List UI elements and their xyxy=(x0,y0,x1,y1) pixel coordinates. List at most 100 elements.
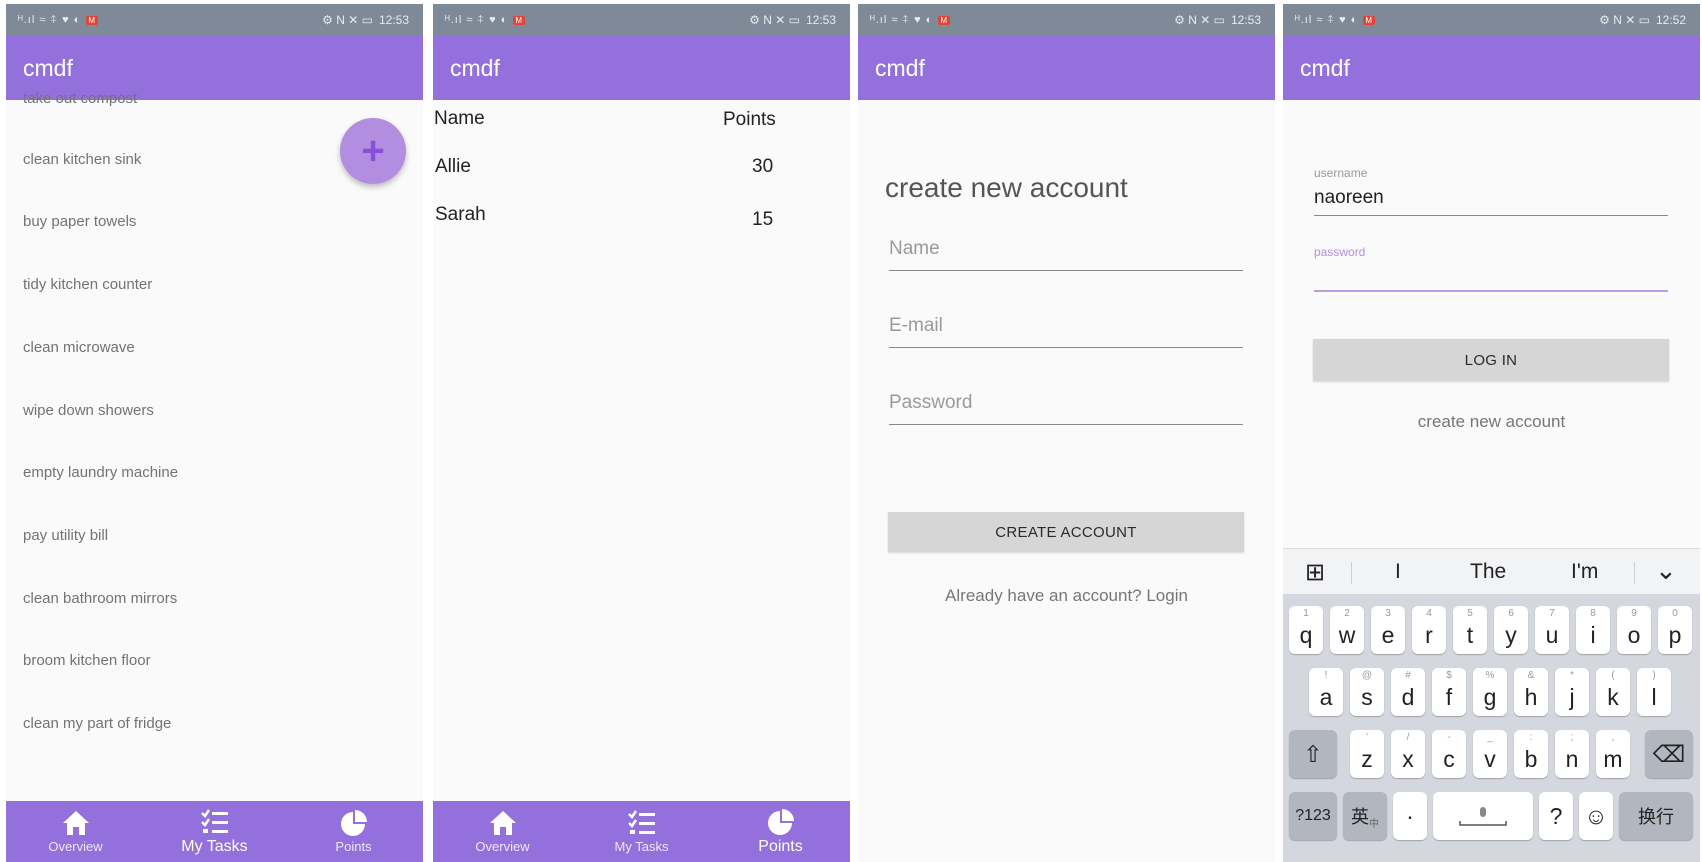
status-time: 12:52 xyxy=(1655,13,1686,27)
key-hint: 3 xyxy=(1385,608,1391,619)
key-char: z xyxy=(1361,745,1373,772)
bottom-nav: Overview My Tasks Points xyxy=(433,801,850,862)
key[interactable]: 1q xyxy=(1289,606,1323,654)
key-char: g xyxy=(1483,683,1497,710)
task-item[interactable]: broom kitchen floor xyxy=(23,652,151,669)
key-hint: 4 xyxy=(1426,608,1432,619)
numbers-key[interactable]: ?123 xyxy=(1289,792,1337,840)
key[interactable]: 2w xyxy=(1330,606,1364,654)
key-hint: - xyxy=(1447,732,1451,743)
key[interactable]: 6y xyxy=(1494,606,1528,654)
key[interactable]: # d xyxy=(1391,668,1425,716)
task-item[interactable]: tidy kitchen counter xyxy=(23,276,152,293)
nav-points-label: Points xyxy=(335,839,372,854)
key-char: x xyxy=(1402,745,1414,772)
question-key[interactable]: ? xyxy=(1539,792,1573,840)
key[interactable]: ,m xyxy=(1596,730,1630,778)
app-title: cmdf xyxy=(875,54,925,81)
task-item[interactable]: empty laundry machine xyxy=(23,464,178,481)
key[interactable]: (k xyxy=(1596,668,1630,716)
password-field[interactable] xyxy=(1314,258,1668,292)
key[interactable]: / x xyxy=(1391,730,1425,778)
space-key[interactable] xyxy=(1433,792,1533,840)
key[interactable]: 0p xyxy=(1658,606,1692,654)
signal-icons: ᴴ.ıl ≈ ⍏ ♥ ◐ xyxy=(445,13,509,26)
emoji-key[interactable]: ☺ xyxy=(1579,792,1613,840)
email-field[interactable] xyxy=(889,307,1243,348)
key[interactable]: _ v xyxy=(1473,730,1507,778)
language-key[interactable]: 英中 xyxy=(1343,792,1387,840)
task-item[interactable]: pay utility bill xyxy=(23,527,108,544)
username-field[interactable] xyxy=(1314,183,1668,216)
shift-key[interactable]: ⇧ xyxy=(1289,730,1337,778)
status-bar: ᴴ.ıl ≈ ⍏ ♥ ◐ M ⚙ N ✕ ▭ 12:53 xyxy=(6,4,423,36)
key-char: k xyxy=(1607,683,1619,710)
task-item[interactable]: buy paper towels xyxy=(23,213,136,230)
key-char: d xyxy=(1401,683,1415,710)
row-name: Allie xyxy=(435,156,471,177)
system-icons: ⚙ N ✕ ▭ xyxy=(1174,13,1225,27)
nav-points[interactable]: Points xyxy=(294,809,414,854)
task-item[interactable]: clean microwave xyxy=(23,339,135,356)
password-input[interactable] xyxy=(1314,262,1668,284)
key[interactable]: ) l xyxy=(1637,668,1671,716)
key[interactable]: * j xyxy=(1555,668,1589,716)
key[interactable]: ! a xyxy=(1309,668,1343,716)
login-link[interactable]: Already have an account? Login xyxy=(858,586,1275,606)
signal-icons: ᴴ.ıl ≈ ⍏ ♥ ◐ xyxy=(18,13,82,26)
key[interactable]: 3e xyxy=(1371,606,1405,654)
key[interactable]: & h xyxy=(1514,668,1548,716)
key[interactable]: ; n xyxy=(1555,730,1589,778)
apps-grid-icon[interactable]: ⊞ xyxy=(1305,558,1325,587)
key[interactable]: -c xyxy=(1432,730,1466,778)
suggestion-bar: ⊞ I The I'm ⌄ xyxy=(1283,548,1700,595)
task-item[interactable]: wipe down showers xyxy=(23,402,154,419)
key-char: m xyxy=(1603,745,1623,772)
email-input[interactable] xyxy=(889,315,1243,337)
task-item[interactable]: take out compost xyxy=(23,90,137,107)
collapse-keyboard-icon[interactable]: ⌄ xyxy=(1655,555,1677,586)
create-account-button[interactable]: CREATE ACCOUNT xyxy=(888,512,1244,552)
enter-key[interactable]: 换行 xyxy=(1619,792,1693,840)
key[interactable]: % g xyxy=(1473,668,1507,716)
key[interactable]: @ s xyxy=(1350,668,1384,716)
add-task-button[interactable]: + xyxy=(340,118,406,184)
key[interactable]: $ f xyxy=(1432,668,1466,716)
nav-overview[interactable]: Overview xyxy=(16,809,136,854)
key[interactable]: 4r xyxy=(1412,606,1446,654)
task-item[interactable]: clean bathroom mirrors xyxy=(23,590,177,607)
emoji-icon: ☺ xyxy=(1584,802,1608,829)
nav-points[interactable]: Points xyxy=(721,808,841,856)
key[interactable]: ' z xyxy=(1350,730,1384,778)
password-field[interactable] xyxy=(889,384,1243,425)
nav-my-tasks[interactable]: My Tasks xyxy=(582,809,702,854)
key-char: q xyxy=(1299,621,1313,648)
plus-icon: + xyxy=(361,129,385,173)
row-name: Sarah xyxy=(435,204,486,225)
task-item[interactable]: clean kitchen sink xyxy=(23,151,141,168)
signal-icons: ᴴ.ıl ≈ ⍏ ♥ ◐ xyxy=(870,13,934,26)
key-hint: # xyxy=(1405,670,1411,681)
key[interactable]: :b xyxy=(1514,730,1548,778)
login-button[interactable]: LOG IN xyxy=(1313,339,1669,381)
suggestion-word[interactable]: I'm xyxy=(1571,560,1598,584)
create-account-link[interactable]: create new account xyxy=(1283,412,1700,432)
dot-key[interactable]: · xyxy=(1393,792,1427,840)
nav-points-label: Points xyxy=(758,837,803,855)
key[interactable]: 7u xyxy=(1535,606,1569,654)
suggestion-word[interactable]: I xyxy=(1395,560,1401,584)
nav-my-tasks[interactable]: My Tasks xyxy=(155,808,275,856)
key[interactable]: 5t xyxy=(1453,606,1487,654)
name-field[interactable] xyxy=(889,230,1243,271)
suggestion-word[interactable]: The xyxy=(1470,560,1506,584)
key-char: o xyxy=(1627,621,1641,648)
task-item[interactable]: clean my part of fridge xyxy=(23,715,171,732)
nav-overview[interactable]: Overview xyxy=(443,809,563,854)
password-input[interactable] xyxy=(889,392,1243,414)
username-input[interactable] xyxy=(1314,187,1668,209)
key[interactable]: 9o xyxy=(1617,606,1651,654)
key[interactable]: 8i xyxy=(1576,606,1610,654)
name-input[interactable] xyxy=(889,238,1243,260)
key-char: n xyxy=(1565,745,1579,772)
backspace-key[interactable]: ⌫ xyxy=(1645,730,1693,778)
